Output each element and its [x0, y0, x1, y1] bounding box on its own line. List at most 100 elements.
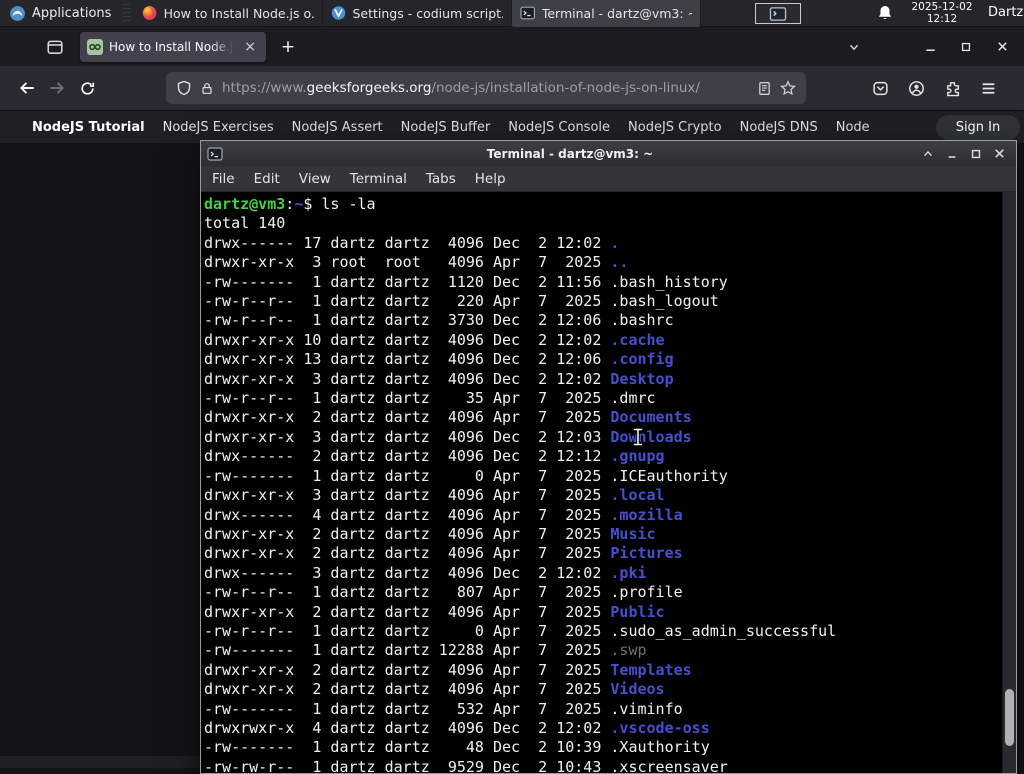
ls-row: -rw------- 1 dartz dartz 1120 Dec 2 11:5… [204, 272, 728, 291]
site-nav-links: NodeJS Exercises NodeJS Assert NodeJS Buff… [163, 120, 870, 135]
prompt-user-host: dartz@vm3 [204, 195, 286, 213]
applications-menu-button[interactable]: Applications [0, 0, 120, 27]
applications-label: Applications [32, 5, 112, 21]
terminal-menu-item[interactable]: Edit [254, 171, 280, 187]
firefox-view-icon[interactable] [40, 32, 70, 62]
panel-clock[interactable]: 2025-12-02 12:12 [904, 1, 980, 25]
terminal-menu-item[interactable]: Help [475, 171, 506, 187]
back-button[interactable] [12, 73, 42, 103]
url-text: https://www.geeksforgeeks.org/node-js/in… [222, 80, 700, 96]
tab-close-icon[interactable]: × [241, 39, 259, 55]
pocket-icon[interactable] [866, 74, 894, 102]
file-name: .bash_logout [610, 292, 719, 311]
terminal-shade-button[interactable] [917, 144, 938, 164]
panel-username[interactable]: Dartz [988, 5, 1023, 20]
terminal-titlebar[interactable]: Terminal - dartz@vm3: ~ [201, 141, 1016, 166]
panel-handle [122, 4, 131, 22]
notification-bell-icon[interactable] [876, 4, 894, 22]
window-button-label: Settings - codium script... [352, 5, 504, 21]
clock-date: 2025-12-02 [911, 1, 973, 13]
forward-button[interactable] [42, 73, 72, 103]
workspace-window-terminal-icon [769, 6, 787, 21]
ls-row: drwxr-xr-x 2 dartz dartz 4096 Apr 7 2025… [204, 544, 683, 563]
site-nav-link[interactable]: Node [836, 120, 870, 135]
ls-row: drwxr-xr-x 10 dartz dartz 4096 Dec 2 12:… [204, 330, 665, 349]
reload-button[interactable] [72, 73, 102, 103]
ls-row: drwxr-xr-x 13 dartz dartz 4096 Dec 2 12:… [204, 350, 674, 369]
terminal-menu-item[interactable]: View [299, 171, 331, 187]
terminal-minimize-button[interactable] [941, 144, 962, 164]
file-name: .gnupg [610, 447, 665, 466]
tab-title: How to Install Node.js on [109, 39, 236, 54]
account-icon[interactable] [902, 74, 930, 102]
ls-row: -rw------- 1 dartz dartz 0 Apr 7 2025 .I… [204, 466, 728, 485]
desktop-panel: Applications How to Install Node.js o...… [0, 0, 1024, 27]
file-name: .Xauthority [610, 738, 710, 757]
window-button-label: Terminal - dartz@vm3: ~ [541, 5, 693, 21]
page-content-strip [0, 756, 200, 768]
ls-row: -rw-r--r-- 1 dartz dartz 35 Apr 7 2025 .… [204, 389, 656, 408]
terminal-output-area[interactable]: dartz@vm3:~$ ls -la total 140 drwx------… [201, 192, 1002, 773]
ls-row: -rw------- 1 dartz dartz 12288 Apr 7 202… [204, 641, 647, 660]
ls-row: drwxr-xr-x 2 dartz dartz 4096 Apr 7 2025… [204, 602, 665, 621]
file-name: .mozilla [610, 505, 683, 524]
tracking-shield-icon[interactable] [176, 80, 192, 96]
workspace-switcher[interactable] [755, 3, 801, 24]
window-button-label: How to Install Node.js o... [163, 5, 315, 21]
extensions-puzzle-icon[interactable] [938, 74, 966, 102]
terminal-menu-item[interactable]: File [212, 171, 235, 187]
prompt-line: dartz@vm3:~$ ls -la [204, 195, 376, 213]
file-name: .bash_history [610, 272, 728, 291]
sign-in-button[interactable]: Sign In [935, 114, 1021, 140]
file-name: .config [610, 350, 674, 369]
site-nav-link[interactable]: NodeJS Console [508, 120, 610, 135]
site-nav-link[interactable]: NodeJS Crypto [628, 120, 722, 135]
browser-tab-bar: How to Install Node.js on × + [0, 27, 1024, 66]
window-button-firefox[interactable]: How to Install Node.js o... [134, 0, 324, 27]
applications-icon [10, 5, 25, 21]
ls-row: drwx------ 2 dartz dartz 4096 Dec 2 12:1… [204, 447, 665, 466]
window-button-terminal[interactable]: Terminal - dartz@vm3: ~ [512, 0, 702, 27]
terminal-menu-item[interactable]: Tabs [426, 171, 456, 187]
ls-row: drwxr-xr-x 2 dartz dartz 4096 Apr 7 2025… [204, 524, 656, 543]
browser-close-button[interactable] [988, 33, 1016, 61]
ls-row: -rw-r--r-- 1 dartz dartz 220 Apr 7 2025 … [204, 292, 719, 311]
browser-minimize-button[interactable] [916, 33, 944, 61]
bookmark-star-icon[interactable] [780, 80, 796, 96]
file-name: .swp [610, 641, 647, 660]
terminal-menu-item[interactable]: Terminal [350, 171, 407, 187]
terminal-maximize-button[interactable] [965, 144, 986, 164]
reader-view-icon[interactable] [757, 81, 772, 96]
browser-maximize-button[interactable] [952, 33, 980, 61]
ls-row: drwx------ 3 dartz dartz 4096 Dec 2 12:0… [204, 563, 647, 582]
terminal-scrollbar-thumb[interactable] [1005, 689, 1014, 746]
new-tab-button[interactable]: + [274, 33, 302, 61]
terminal-menubar: File Edit View Terminal Tabs Help [201, 166, 1016, 192]
file-name: .cache [610, 330, 665, 349]
file-name: Documents [610, 408, 692, 427]
ls-row: -rw-r--r-- 1 dartz dartz 3730 Dec 2 12:0… [204, 311, 674, 330]
site-nav-primary[interactable]: NodeJS Tutorial [32, 120, 145, 135]
terminal-scrollbar[interactable] [1002, 192, 1016, 773]
site-nav-link[interactable]: NodeJS DNS [740, 120, 818, 135]
command-text: ls -la [321, 195, 376, 213]
ls-row: drwxr-xr-x 2 dartz dartz 4096 Apr 7 2025… [204, 660, 692, 679]
ls-row: drwxr-xr-x 2 dartz dartz 4096 Apr 7 2025… [204, 680, 665, 699]
site-nav-link[interactable]: NodeJS Assert [292, 120, 383, 135]
lock-icon[interactable] [200, 81, 214, 96]
vscodium-icon [332, 6, 346, 20]
terminal-title: Terminal - dartz@vm3: ~ [486, 146, 654, 161]
file-name: .dmrc [610, 389, 656, 408]
file-name: Music [610, 524, 656, 543]
site-nav-link[interactable]: NodeJS Buffer [401, 120, 491, 135]
ls-row: -rw-r--r-- 1 dartz dartz 807 Apr 7 2025 … [204, 583, 683, 602]
site-nav-link[interactable]: NodeJS Exercises [163, 120, 274, 135]
window-button-vscodium[interactable]: Settings - codium script... [323, 0, 513, 27]
terminal-titlebar-icon [207, 146, 223, 161]
file-name: Desktop [610, 369, 674, 388]
terminal-close-button[interactable] [989, 144, 1010, 164]
browser-tab[interactable]: How to Install Node.js on × [80, 31, 266, 62]
list-all-tabs-chevron-icon[interactable] [840, 33, 868, 61]
menu-hamburger-icon[interactable] [974, 74, 1002, 102]
url-bar[interactable]: https://www.geeksforgeeks.org/node-js/in… [166, 72, 806, 104]
